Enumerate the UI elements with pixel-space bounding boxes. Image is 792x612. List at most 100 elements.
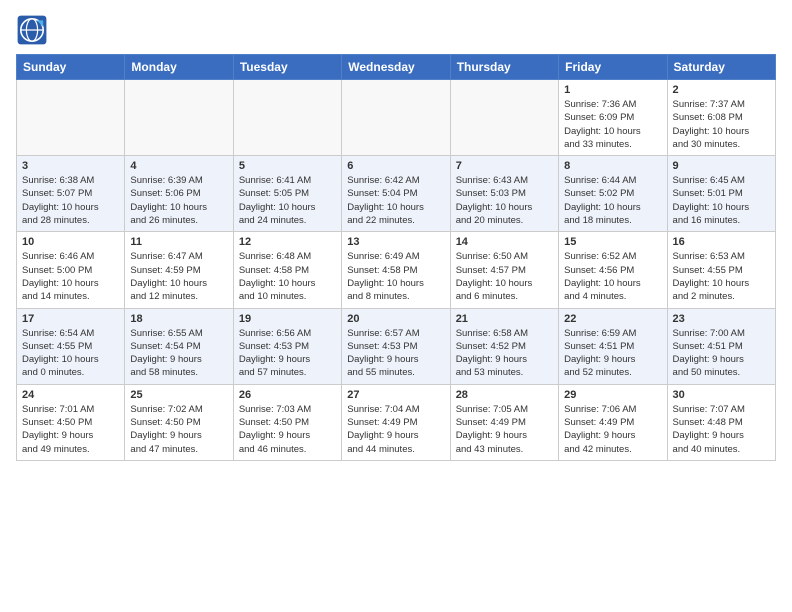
day-info: Sunrise: 6:57 AMSunset: 4:53 PMDaylight:… — [347, 327, 444, 380]
day-number: 5 — [239, 160, 336, 172]
table-row: 9 Sunrise: 6:45 AMSunset: 5:01 PMDaylight… — [667, 156, 775, 232]
day-number: 7 — [456, 160, 553, 172]
header — [16, 10, 776, 46]
day-info: Sunrise: 6:49 AMSunset: 4:58 PMDaylight:… — [347, 250, 444, 303]
day-number: 24 — [22, 389, 119, 401]
day-info: Sunrise: 6:47 AMSunset: 4:59 PMDaylight:… — [130, 250, 227, 303]
day-number: 20 — [347, 313, 444, 325]
day-number: 11 — [130, 236, 227, 248]
calendar-week-5: 24 Sunrise: 7:01 AMSunset: 4:50 PMDayligh… — [17, 384, 776, 460]
day-number: 23 — [673, 313, 770, 325]
weekday-header-saturday: Saturday — [667, 55, 775, 80]
day-info: Sunrise: 7:00 AMSunset: 4:51 PMDaylight:… — [673, 327, 770, 380]
day-info: Sunrise: 7:03 AMSunset: 4:50 PMDaylight:… — [239, 403, 336, 456]
day-number: 10 — [22, 236, 119, 248]
day-info: Sunrise: 7:02 AMSunset: 4:50 PMDaylight:… — [130, 403, 227, 456]
day-info: Sunrise: 6:39 AMSunset: 5:06 PMDaylight:… — [130, 174, 227, 227]
day-info: Sunrise: 6:44 AMSunset: 5:02 PMDaylight:… — [564, 174, 661, 227]
day-info: Sunrise: 7:05 AMSunset: 4:49 PMDaylight:… — [456, 403, 553, 456]
day-info: Sunrise: 6:54 AMSunset: 4:55 PMDaylight:… — [22, 327, 119, 380]
day-number: 18 — [130, 313, 227, 325]
day-number: 19 — [239, 313, 336, 325]
table-row — [342, 80, 450, 156]
table-row: 27 Sunrise: 7:04 AMSunset: 4:49 PMDayligh… — [342, 384, 450, 460]
table-row: 19 Sunrise: 6:56 AMSunset: 4:53 PMDayligh… — [233, 308, 341, 384]
day-info: Sunrise: 7:04 AMSunset: 4:49 PMDaylight:… — [347, 403, 444, 456]
table-row: 15Sunrise: 6:52 AMSunset: 4:56 PMDayligh… — [559, 232, 667, 308]
logo — [16, 14, 52, 46]
table-row: 25Sunrise: 7:02 AMSunset: 4:50 PMDayligh… — [125, 384, 233, 460]
day-number: 22 — [564, 313, 661, 325]
table-row — [17, 80, 125, 156]
table-row: 13 Sunrise: 6:49 AMSunset: 4:58 PMDayligh… — [342, 232, 450, 308]
table-row: 28 Sunrise: 7:05 AMSunset: 4:49 PMDayligh… — [450, 384, 558, 460]
day-info: Sunrise: 6:45 AMSunset: 5:01 PMDaylight:… — [673, 174, 770, 227]
day-info: Sunrise: 7:37 AMSunset: 6:08 PMDaylight:… — [673, 98, 770, 151]
day-number: 26 — [239, 389, 336, 401]
day-number: 21 — [456, 313, 553, 325]
table-row: 7Sunrise: 6:43 AMSunset: 5:03 PMDaylight… — [450, 156, 558, 232]
day-number: 27 — [347, 389, 444, 401]
table-row: 30 Sunrise: 7:07 AMSunset: 4:48 PMDayligh… — [667, 384, 775, 460]
weekday-header-friday: Friday — [559, 55, 667, 80]
day-number: 29 — [564, 389, 661, 401]
weekday-header-monday: Monday — [125, 55, 233, 80]
day-info: Sunrise: 7:36 AMSunset: 6:09 PMDaylight:… — [564, 98, 661, 151]
day-number: 4 — [130, 160, 227, 172]
day-number: 15 — [564, 236, 661, 248]
calendar-week-4: 17 Sunrise: 6:54 AMSunset: 4:55 PMDayligh… — [17, 308, 776, 384]
day-info: Sunrise: 6:50 AMSunset: 4:57 PMDaylight:… — [456, 250, 553, 303]
day-number: 9 — [673, 160, 770, 172]
calendar-week-3: 10 Sunrise: 6:46 AMSunset: 5:00 PMDayligh… — [17, 232, 776, 308]
day-number: 30 — [673, 389, 770, 401]
table-row: 16 Sunrise: 6:53 AMSunset: 4:55 PMDayligh… — [667, 232, 775, 308]
table-row: 26 Sunrise: 7:03 AMSunset: 4:50 PMDayligh… — [233, 384, 341, 460]
table-row: 6 Sunrise: 6:42 AMSunset: 5:04 PMDaylight… — [342, 156, 450, 232]
table-row: 2 Sunrise: 7:37 AMSunset: 6:08 PMDaylight… — [667, 80, 775, 156]
table-row: 10 Sunrise: 6:46 AMSunset: 5:00 PMDayligh… — [17, 232, 125, 308]
day-number: 16 — [673, 236, 770, 248]
day-number: 17 — [22, 313, 119, 325]
day-number: 6 — [347, 160, 444, 172]
day-number: 28 — [456, 389, 553, 401]
weekday-header-wednesday: Wednesday — [342, 55, 450, 80]
weekday-header-tuesday: Tuesday — [233, 55, 341, 80]
weekday-header-sunday: Sunday — [17, 55, 125, 80]
day-number: 12 — [239, 236, 336, 248]
weekday-header-thursday: Thursday — [450, 55, 558, 80]
table-row: 24 Sunrise: 7:01 AMSunset: 4:50 PMDayligh… — [17, 384, 125, 460]
day-info: Sunrise: 6:38 AMSunset: 5:07 PMDaylight:… — [22, 174, 119, 227]
day-number: 14 — [456, 236, 553, 248]
table-row: 22Sunrise: 6:59 AMSunset: 4:51 PMDayligh… — [559, 308, 667, 384]
day-info: Sunrise: 6:56 AMSunset: 4:53 PMDaylight:… — [239, 327, 336, 380]
table-row: 17 Sunrise: 6:54 AMSunset: 4:55 PMDayligh… — [17, 308, 125, 384]
day-info: Sunrise: 6:46 AMSunset: 5:00 PMDaylight:… — [22, 250, 119, 303]
table-row: 3 Sunrise: 6:38 AMSunset: 5:07 PMDaylight… — [17, 156, 125, 232]
table-row — [233, 80, 341, 156]
table-row: 4 Sunrise: 6:39 AMSunset: 5:06 PMDaylight… — [125, 156, 233, 232]
logo-icon — [16, 14, 48, 46]
table-row — [450, 80, 558, 156]
day-number: 8 — [564, 160, 661, 172]
day-number: 13 — [347, 236, 444, 248]
calendar: SundayMondayTuesdayWednesdayThursdayFrid… — [16, 54, 776, 461]
table-row: 12Sunrise: 6:48 AMSunset: 4:58 PMDayligh… — [233, 232, 341, 308]
day-info: Sunrise: 6:55 AMSunset: 4:54 PMDaylight:… — [130, 327, 227, 380]
day-info: Sunrise: 6:58 AMSunset: 4:52 PMDaylight:… — [456, 327, 553, 380]
day-info: Sunrise: 7:06 AMSunset: 4:49 PMDaylight:… — [564, 403, 661, 456]
day-info: Sunrise: 7:07 AMSunset: 4:48 PMDaylight:… — [673, 403, 770, 456]
calendar-header-row: SundayMondayTuesdayWednesdayThursdayFrid… — [17, 55, 776, 80]
table-row: 18 Sunrise: 6:55 AMSunset: 4:54 PMDayligh… — [125, 308, 233, 384]
table-row: 21 Sunrise: 6:58 AMSunset: 4:52 PMDayligh… — [450, 308, 558, 384]
day-info: Sunrise: 6:53 AMSunset: 4:55 PMDaylight:… — [673, 250, 770, 303]
day-number: 3 — [22, 160, 119, 172]
day-info: Sunrise: 7:01 AMSunset: 4:50 PMDaylight:… — [22, 403, 119, 456]
table-row: 8 Sunrise: 6:44 AMSunset: 5:02 PMDaylight… — [559, 156, 667, 232]
day-number: 2 — [673, 84, 770, 96]
calendar-week-2: 3 Sunrise: 6:38 AMSunset: 5:07 PMDaylight… — [17, 156, 776, 232]
calendar-week-1: 1Sunrise: 7:36 AMSunset: 6:09 PMDaylight… — [17, 80, 776, 156]
table-row: 5Sunrise: 6:41 AMSunset: 5:05 PMDaylight… — [233, 156, 341, 232]
table-row: 20 Sunrise: 6:57 AMSunset: 4:53 PMDayligh… — [342, 308, 450, 384]
table-row: 14 Sunrise: 6:50 AMSunset: 4:57 PMDayligh… — [450, 232, 558, 308]
day-info: Sunrise: 6:42 AMSunset: 5:04 PMDaylight:… — [347, 174, 444, 227]
